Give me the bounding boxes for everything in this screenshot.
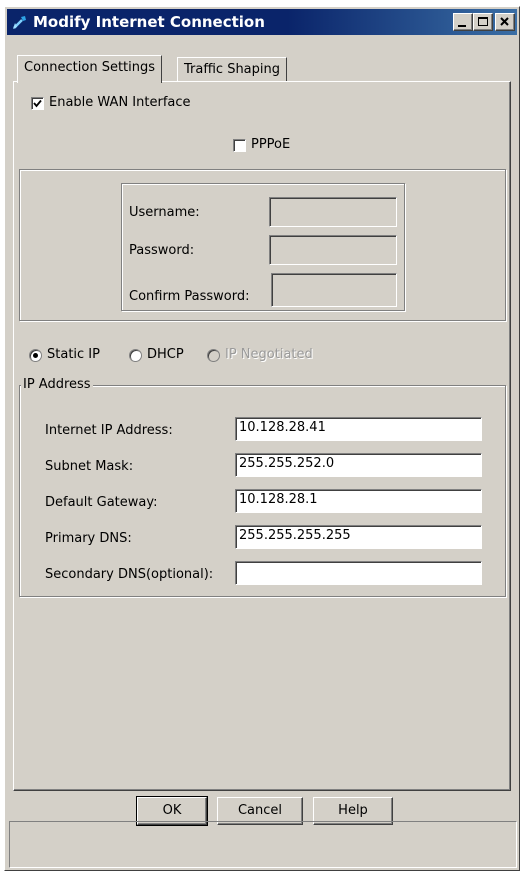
subnet-mask-label: Subnet Mask: [45, 459, 134, 474]
enable-wan-checkbox[interactable] [31, 97, 44, 110]
static-ip-radio[interactable] [29, 349, 42, 362]
title-bar[interactable]: Modify Internet Connection [7, 9, 517, 35]
maximize-button[interactable] [473, 13, 493, 31]
pppoe-label: PPPoE [251, 137, 291, 152]
default-gateway-label: Default Gateway: [45, 495, 158, 510]
internet-ip-label: Internet IP Address: [45, 423, 173, 438]
minimize-button[interactable] [453, 13, 473, 31]
secondary-dns-label: Secondary DNS(optional): [45, 567, 214, 582]
username-field[interactable] [269, 197, 397, 227]
internet-ip-field[interactable]: 10.128.28.41 [235, 417, 482, 441]
primary-dns-field[interactable]: 255.255.255.255 [235, 525, 482, 549]
confirm-password-field[interactable] [271, 273, 397, 307]
radio-dot [33, 353, 38, 358]
ip-negotiated-radio[interactable] [207, 349, 220, 362]
secondary-dns-field[interactable] [235, 561, 482, 585]
password-label: Password: [129, 243, 195, 258]
pppoe-checkbox[interactable] [233, 139, 246, 152]
static-ip-label: Static IP [47, 347, 100, 362]
default-gateway-field[interactable]: 10.128.28.1 [235, 489, 482, 513]
maximize-icon [478, 17, 488, 26]
enable-wan-label: Enable WAN Interface [49, 95, 191, 110]
confirm-password-label: Confirm Password: [129, 289, 250, 304]
subnet-mask-field[interactable]: 255.255.252.0 [235, 453, 482, 477]
primary-dns-label: Primary DNS: [45, 531, 132, 546]
close-icon [500, 17, 509, 26]
minimize-icon [458, 25, 466, 27]
check-icon [33, 99, 42, 108]
tab-connection-settings[interactable]: Connection Settings [17, 55, 163, 83]
ip-address-group-title: IP Address [21, 377, 93, 392]
window-title: Modify Internet Connection [33, 13, 265, 31]
close-button[interactable] [495, 13, 515, 31]
status-bar [9, 821, 517, 868]
dhcp-radio[interactable] [129, 349, 142, 362]
username-label: Username: [129, 205, 200, 220]
tab-label: Traffic Shaping [184, 62, 281, 77]
tab-label: Connection Settings [24, 60, 156, 75]
tab-traffic-shaping[interactable]: Traffic Shaping [177, 57, 288, 81]
password-field[interactable] [269, 235, 397, 265]
ip-negotiated-label: IP Negotiated [225, 347, 313, 362]
dialog-window: Modify Internet Connection Connection Se… [4, 6, 520, 871]
network-tool-icon [11, 13, 29, 31]
dhcp-label: DHCP [147, 347, 184, 362]
